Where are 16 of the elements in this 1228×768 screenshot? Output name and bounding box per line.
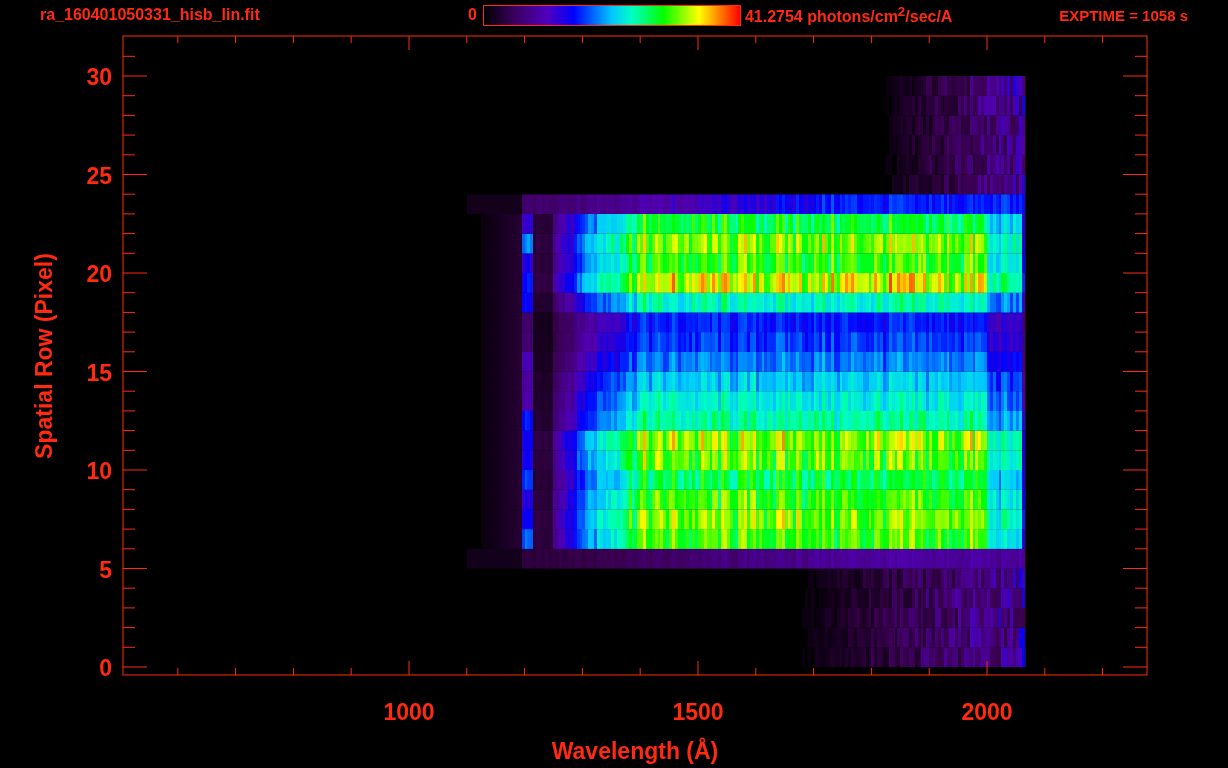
- y-tick-label: 10: [86, 458, 112, 484]
- exposure-time: EXPTIME = 1058 s: [1059, 6, 1188, 24]
- file-name: ra_160401050331_hisb_lin.fit: [40, 6, 261, 24]
- x-tick-label: 1000: [383, 699, 435, 725]
- y-tick-label: 15: [86, 359, 112, 386]
- y-tick-label: 25: [86, 162, 112, 189]
- colorbar-max-label: 41.2754 photons/cm$^{2}$/sec/A: [744, 3, 953, 27]
- y-tick-label: 20: [86, 261, 112, 287]
- x-tick-label: 2000: [961, 699, 1013, 725]
- colorbar-min-label: 0: [468, 6, 477, 24]
- y-tick-label: 5: [99, 556, 112, 583]
- x-tick-label: 1500: [672, 699, 724, 725]
- y-tick-label: 0: [99, 655, 112, 681]
- x-axis-label: Wavelength (Å): [551, 738, 719, 764]
- y-tick-label: 30: [86, 64, 112, 90]
- y-axis-label: Spatial Row (Pixel): [31, 253, 57, 459]
